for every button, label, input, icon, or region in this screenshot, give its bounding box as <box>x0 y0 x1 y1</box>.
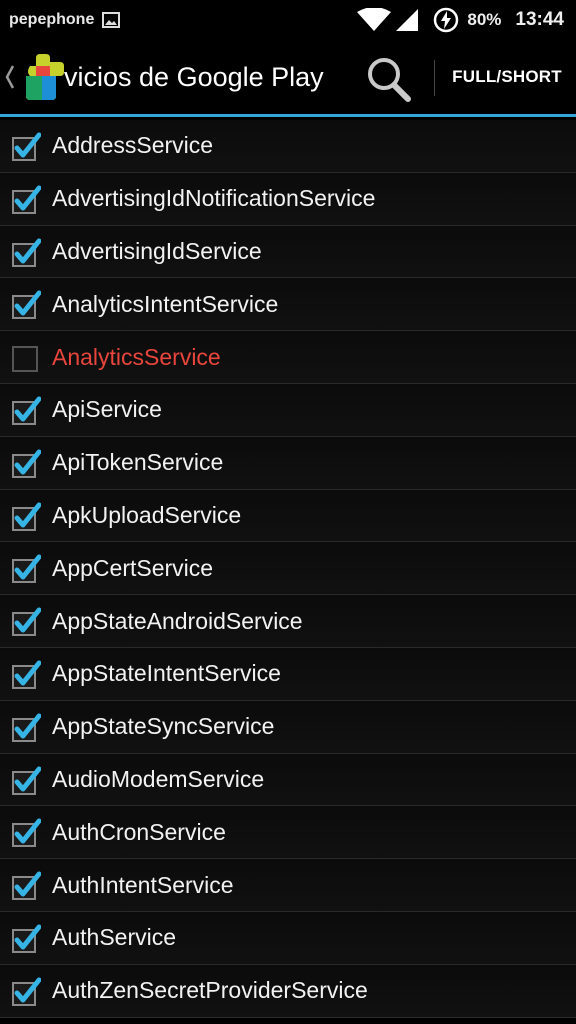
service-name: AnalyticsService <box>52 343 221 370</box>
service-name: AppStateSyncService <box>52 713 275 740</box>
service-name: AppCertService <box>52 554 214 581</box>
list-item[interactable]: AuthIntentService <box>0 859 576 912</box>
list-item[interactable]: AuthZenSecretProviderService <box>0 964 576 1018</box>
search-icon[interactable] <box>364 54 414 104</box>
checkbox-checked-icon[interactable] <box>11 871 41 901</box>
list-item[interactable]: AudioModemService <box>0 753 576 807</box>
service-name: ApkUploadService <box>52 501 242 528</box>
checkbox-checked-icon[interactable] <box>11 554 41 584</box>
battery-percent: 80% <box>467 10 502 29</box>
action-bar: Servicios de Google Play FULL/SHORT <box>0 40 576 114</box>
status-bar: pepephone 80% 13:44 <box>0 0 576 40</box>
service-name: AddressService <box>52 132 214 159</box>
service-name: AnalyticsIntentService <box>52 290 279 317</box>
checkbox-checked-icon[interactable] <box>11 502 41 532</box>
service-name: AdvertisingIdNotificationService <box>52 185 376 212</box>
list-item[interactable]: AppCertService <box>0 542 576 596</box>
checkbox-checked-icon[interactable] <box>11 607 41 637</box>
list-item[interactable]: AppStateSyncService <box>0 700 576 754</box>
checkbox-checked-icon[interactable] <box>11 924 41 954</box>
status-icons: 80% 13:44 <box>357 0 564 40</box>
checkbox-checked-icon[interactable] <box>11 449 41 479</box>
list-item[interactable]: AdvertisingIdNotificationService <box>0 172 576 226</box>
cell-signal-icon <box>396 9 419 31</box>
service-name: ApiTokenService <box>52 449 224 476</box>
image-notification-icon <box>102 12 121 28</box>
checkbox-checked-icon[interactable] <box>11 766 41 796</box>
checkbox-checked-icon[interactable] <box>11 818 41 848</box>
service-name: AuthService <box>52 924 177 951</box>
service-list: AddressService AdvertisingIdNotificationS… <box>0 120 576 1018</box>
google-play-services-icon[interactable] <box>22 52 68 102</box>
action-bar-accent-line <box>0 114 576 117</box>
list-item[interactable]: AnalyticsService <box>0 331 576 384</box>
checkbox-checked-icon[interactable] <box>11 185 41 215</box>
checkbox-checked-icon[interactable] <box>11 238 41 268</box>
list-item[interactable]: AppStateAndroidService <box>0 595 576 648</box>
list-item[interactable]: AnalyticsIntentService <box>0 278 576 332</box>
full-short-toggle-button[interactable]: FULL/SHORT <box>442 40 572 114</box>
carrier-name: pepephone <box>9 11 95 28</box>
list-item[interactable]: ApiService <box>0 383 576 437</box>
checkbox-checked-icon[interactable] <box>11 290 41 320</box>
service-name: AppStateIntentService <box>52 660 281 687</box>
checkbox-unchecked-icon[interactable] <box>11 343 41 373</box>
title-container: Servicios de Google Play <box>64 40 346 114</box>
checkbox-checked-icon[interactable] <box>11 977 41 1007</box>
checkbox-checked-icon[interactable] <box>11 132 41 162</box>
list-item[interactable]: AdvertisingIdService <box>0 225 576 279</box>
list-item[interactable]: AppStateIntentService <box>0 647 576 701</box>
list-item[interactable]: ApkUploadService <box>0 489 576 543</box>
battery-charging-icon <box>434 7 459 33</box>
service-name: AppStateAndroidService <box>52 607 303 634</box>
service-name: AuthIntentService <box>52 871 234 898</box>
checkbox-checked-icon[interactable] <box>11 713 41 743</box>
wifi-icon <box>357 8 392 31</box>
action-divider <box>434 60 435 96</box>
list-item[interactable]: AuthService <box>0 911 576 965</box>
service-name: AuthZenSecretProviderService <box>52 977 368 1004</box>
service-name: AuthCronService <box>52 818 226 845</box>
app-title: Servicios de Google Play <box>64 61 324 92</box>
clock: 13:44 <box>515 9 564 30</box>
service-name: AdvertisingIdService <box>52 237 262 264</box>
service-name: ApiService <box>52 396 162 423</box>
service-name: AudioModemService <box>52 765 265 792</box>
list-item[interactable]: AuthCronService <box>0 806 576 860</box>
list-item[interactable]: AddressService <box>0 120 576 173</box>
up-caret-icon[interactable] <box>5 64 15 90</box>
checkbox-checked-icon[interactable] <box>11 396 41 426</box>
list-item[interactable]: ApiTokenService <box>0 436 576 490</box>
checkbox-checked-icon[interactable] <box>11 660 41 690</box>
